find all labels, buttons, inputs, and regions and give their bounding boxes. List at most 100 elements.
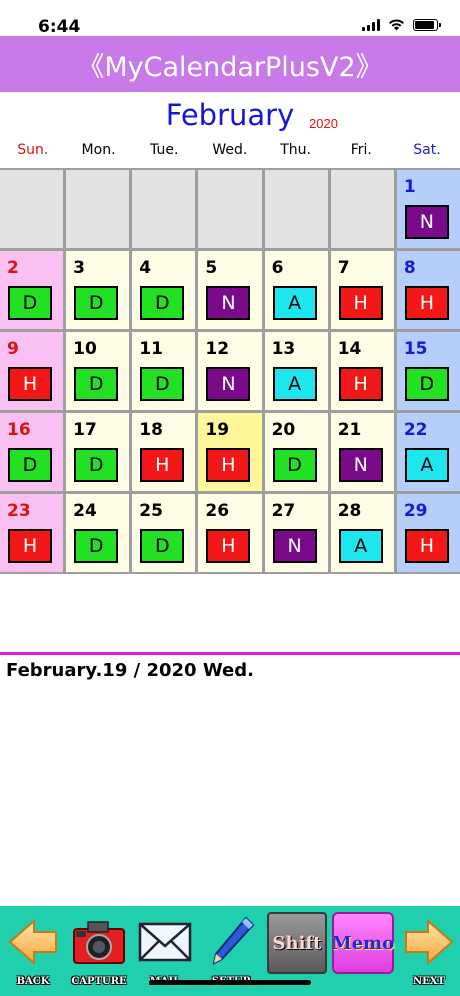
shift-badge: D — [74, 529, 119, 563]
day-number: 21 — [337, 420, 362, 440]
shift-badge: D — [8, 286, 52, 320]
day-cell[interactable]: 2D — [0, 251, 64, 329]
shift-badge: H — [404, 286, 449, 320]
weekday-label: Sun. — [17, 142, 49, 158]
back-label: BACK — [16, 976, 50, 987]
day-cell[interactable]: 9H — [0, 332, 64, 410]
day-cell[interactable]: 8H — [396, 251, 460, 329]
shift-badge: A — [272, 286, 317, 320]
day-cell[interactable]: 19 H — [198, 413, 262, 491]
next-button[interactable]: NEXT — [400, 912, 458, 996]
day-cell[interactable]: 26 H — [198, 494, 262, 572]
day-number: 6 — [271, 258, 284, 278]
shift-badge: H — [338, 367, 383, 401]
shift-badge: D — [140, 286, 185, 320]
day-cell[interactable]: 6A — [264, 251, 328, 329]
shift-badge: D — [140, 529, 185, 563]
next-label: NEXT — [413, 976, 445, 987]
day-cell[interactable]: 18 H — [132, 413, 196, 491]
shift-badge: D — [74, 448, 119, 482]
day-number: 8 — [403, 258, 416, 278]
shift-badge: A — [404, 448, 449, 482]
pen-icon — [204, 912, 258, 972]
shift-badge: D — [74, 367, 119, 401]
day-cell[interactable]: 23 H — [0, 494, 64, 572]
day-cell[interactable]: 24 D — [66, 494, 130, 572]
day-number: 24 — [73, 501, 97, 521]
empty-day-cell — [132, 170, 196, 248]
memo-button[interactable]: Memo — [332, 912, 394, 996]
day-cell[interactable]: 20 D — [264, 413, 328, 491]
day-number: 13 — [271, 339, 296, 359]
day-number: 1 — [403, 177, 416, 197]
back-button[interactable]: BACK — [4, 912, 62, 996]
empty-day-cell — [66, 170, 130, 248]
day-cell[interactable]: 3D — [66, 251, 130, 329]
day-cell[interactable]: 4D — [132, 251, 196, 329]
day-number: 19 — [205, 420, 230, 440]
day-number: 3 — [73, 258, 85, 278]
day-cell[interactable]: 5N — [198, 251, 262, 329]
day-cell[interactable]: 22 A — [396, 413, 460, 491]
wifi-icon — [389, 19, 404, 31]
shift-badge: H — [404, 529, 449, 563]
weekday-label: Sat. — [413, 142, 441, 158]
day-cell[interactable]: 1N — [396, 170, 460, 248]
empty-day-cell — [0, 170, 64, 248]
day-cell[interactable]: 13 A — [264, 332, 328, 410]
year-label: 2020 — [309, 116, 338, 131]
empty-day-cell — [264, 170, 328, 248]
day-number: 20 — [271, 420, 296, 440]
shift-badge: D — [74, 286, 119, 320]
day-cell[interactable]: 29 H — [396, 494, 460, 572]
home-indicator[interactable] — [149, 980, 311, 985]
shift-badge: N — [338, 448, 383, 482]
shift-badge: N — [404, 205, 449, 239]
shift-badge: D — [404, 367, 449, 401]
day-cell[interactable]: 12 N — [198, 332, 262, 410]
day-number: 15 — [403, 339, 428, 359]
shift-badge: H — [206, 448, 251, 482]
shift-badge: D — [272, 448, 317, 482]
day-cell[interactable]: 11 D — [132, 332, 196, 410]
day-cell[interactable]: 21 N — [330, 413, 394, 491]
memo-label: Memo — [332, 912, 394, 974]
weekday-label: Fri. — [350, 142, 372, 158]
day-cell[interactable]: 7H — [330, 251, 394, 329]
day-number: 11 — [139, 339, 163, 359]
day-cell[interactable]: 16 D — [0, 413, 64, 491]
capture-label: CAPTURE — [71, 976, 127, 987]
status-icons — [362, 19, 441, 31]
shift-badge: N — [206, 286, 251, 320]
capture-button[interactable]: CAPTURE — [70, 912, 128, 996]
shift-badge: H — [338, 286, 383, 320]
day-cell[interactable]: 17 D — [66, 413, 130, 491]
day-number: 14 — [337, 339, 362, 359]
back-arrow-icon — [6, 912, 60, 972]
weekday-label: Thu. — [280, 142, 311, 158]
shift-badge: H — [206, 529, 251, 563]
day-cell[interactable]: 28 A — [330, 494, 394, 572]
weekday-label: Wed. — [212, 142, 248, 158]
app-title: 《MyCalendarPlusV2》 — [77, 51, 383, 83]
calendar-grid: 1 N 2 D 3 D 4 D 5 N 6 A 7 H 8 H 9 H 10 D 11 D 12 N 13 A 14 H 15 D 16 D 1… — [0, 168, 460, 574]
battery-icon — [413, 19, 441, 31]
day-number: 10 — [73, 339, 97, 359]
day-number: 9 — [7, 339, 19, 359]
day-cell[interactable]: 25 D — [132, 494, 196, 572]
shift-label: Shift — [267, 912, 327, 974]
day-number: 23 — [7, 501, 31, 521]
month-header: February 2020 — [0, 96, 460, 136]
day-cell[interactable]: 10 D — [66, 332, 130, 410]
shift-badge: D — [140, 367, 185, 401]
day-cell[interactable]: 15 D — [396, 332, 460, 410]
next-arrow-icon — [402, 912, 456, 972]
day-cell[interactable]: 14 H — [330, 332, 394, 410]
status-time: 6:44 — [38, 17, 81, 37]
shift-badge: A — [272, 367, 317, 401]
memo-divider — [0, 652, 460, 655]
empty-day-cell — [198, 170, 262, 248]
day-number: 7 — [337, 258, 350, 278]
month-name: February — [165, 98, 295, 132]
day-cell[interactable]: 27 N — [264, 494, 328, 572]
